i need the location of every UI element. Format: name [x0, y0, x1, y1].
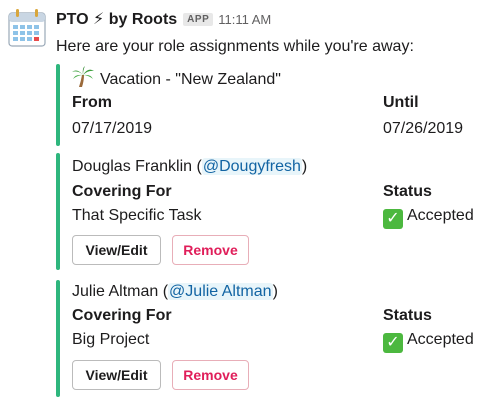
app-badge: APP	[183, 12, 214, 26]
view-edit-button[interactable]: View/Edit	[72, 360, 161, 390]
vacation-attachment: Vacation - "New Zealand" From 07/17/2019…	[56, 64, 486, 146]
message-timestamp[interactable]: 11:11 AM	[218, 12, 271, 27]
status-label: Status	[383, 183, 432, 200]
status-label: Status	[383, 307, 432, 324]
vacation-title: Vacation - "New Zealand"	[100, 71, 281, 88]
remove-button[interactable]: Remove	[172, 235, 249, 265]
covering-for-value: That Specific Task	[72, 207, 202, 224]
check-mark-icon: ✓	[383, 209, 403, 229]
vacation-title-row: Vacation - "New Zealand"	[72, 66, 281, 91]
view-edit-button[interactable]: View/Edit	[72, 235, 161, 265]
attachment-accent-bar	[56, 280, 60, 397]
message-header: PTO ⚡ by Roots APP 11:11 AM	[56, 8, 271, 30]
assignee-row: Douglas Franklin (@Dougyfresh)	[72, 158, 308, 175]
assignee-name: Douglas Franklin	[72, 158, 193, 175]
covering-for-value: Big Project	[72, 331, 150, 348]
from-value: 07/17/2019	[72, 120, 153, 137]
status-row: ✓ Accepted	[383, 205, 474, 229]
covering-for-label: Covering For	[72, 307, 172, 324]
assignment-attachment: Julie Altman (@Julie Altman) Covering Fo…	[56, 280, 486, 397]
until-value: 07/26/2019	[383, 120, 464, 137]
attachment-accent-bar	[56, 153, 60, 270]
assignment-attachment: Douglas Franklin (@Dougyfresh) Covering …	[56, 153, 486, 270]
bot-name[interactable]: PTO ⚡ by Roots	[56, 9, 177, 29]
check-mark-icon: ✓	[383, 333, 403, 353]
assignee-row: Julie Altman (@Julie Altman)	[72, 283, 278, 300]
status-row: ✓ Accepted	[383, 329, 474, 353]
palm-tree-icon	[72, 66, 94, 87]
covering-for-label: Covering For	[72, 183, 172, 200]
until-label: Until	[383, 94, 419, 111]
calendar-avatar-icon[interactable]	[7, 8, 47, 48]
status-value: Accepted	[407, 207, 474, 224]
assignee-mention[interactable]: @Dougyfresh	[201, 158, 302, 175]
attachment-accent-bar	[56, 64, 60, 146]
from-label: From	[72, 94, 112, 111]
intro-text: Here are your role assignments while you…	[56, 38, 414, 55]
assignee-mention[interactable]: @Julie Altman	[168, 283, 273, 300]
status-value: Accepted	[407, 331, 474, 348]
assignee-name: Julie Altman	[72, 283, 159, 300]
remove-button[interactable]: Remove	[172, 360, 249, 390]
